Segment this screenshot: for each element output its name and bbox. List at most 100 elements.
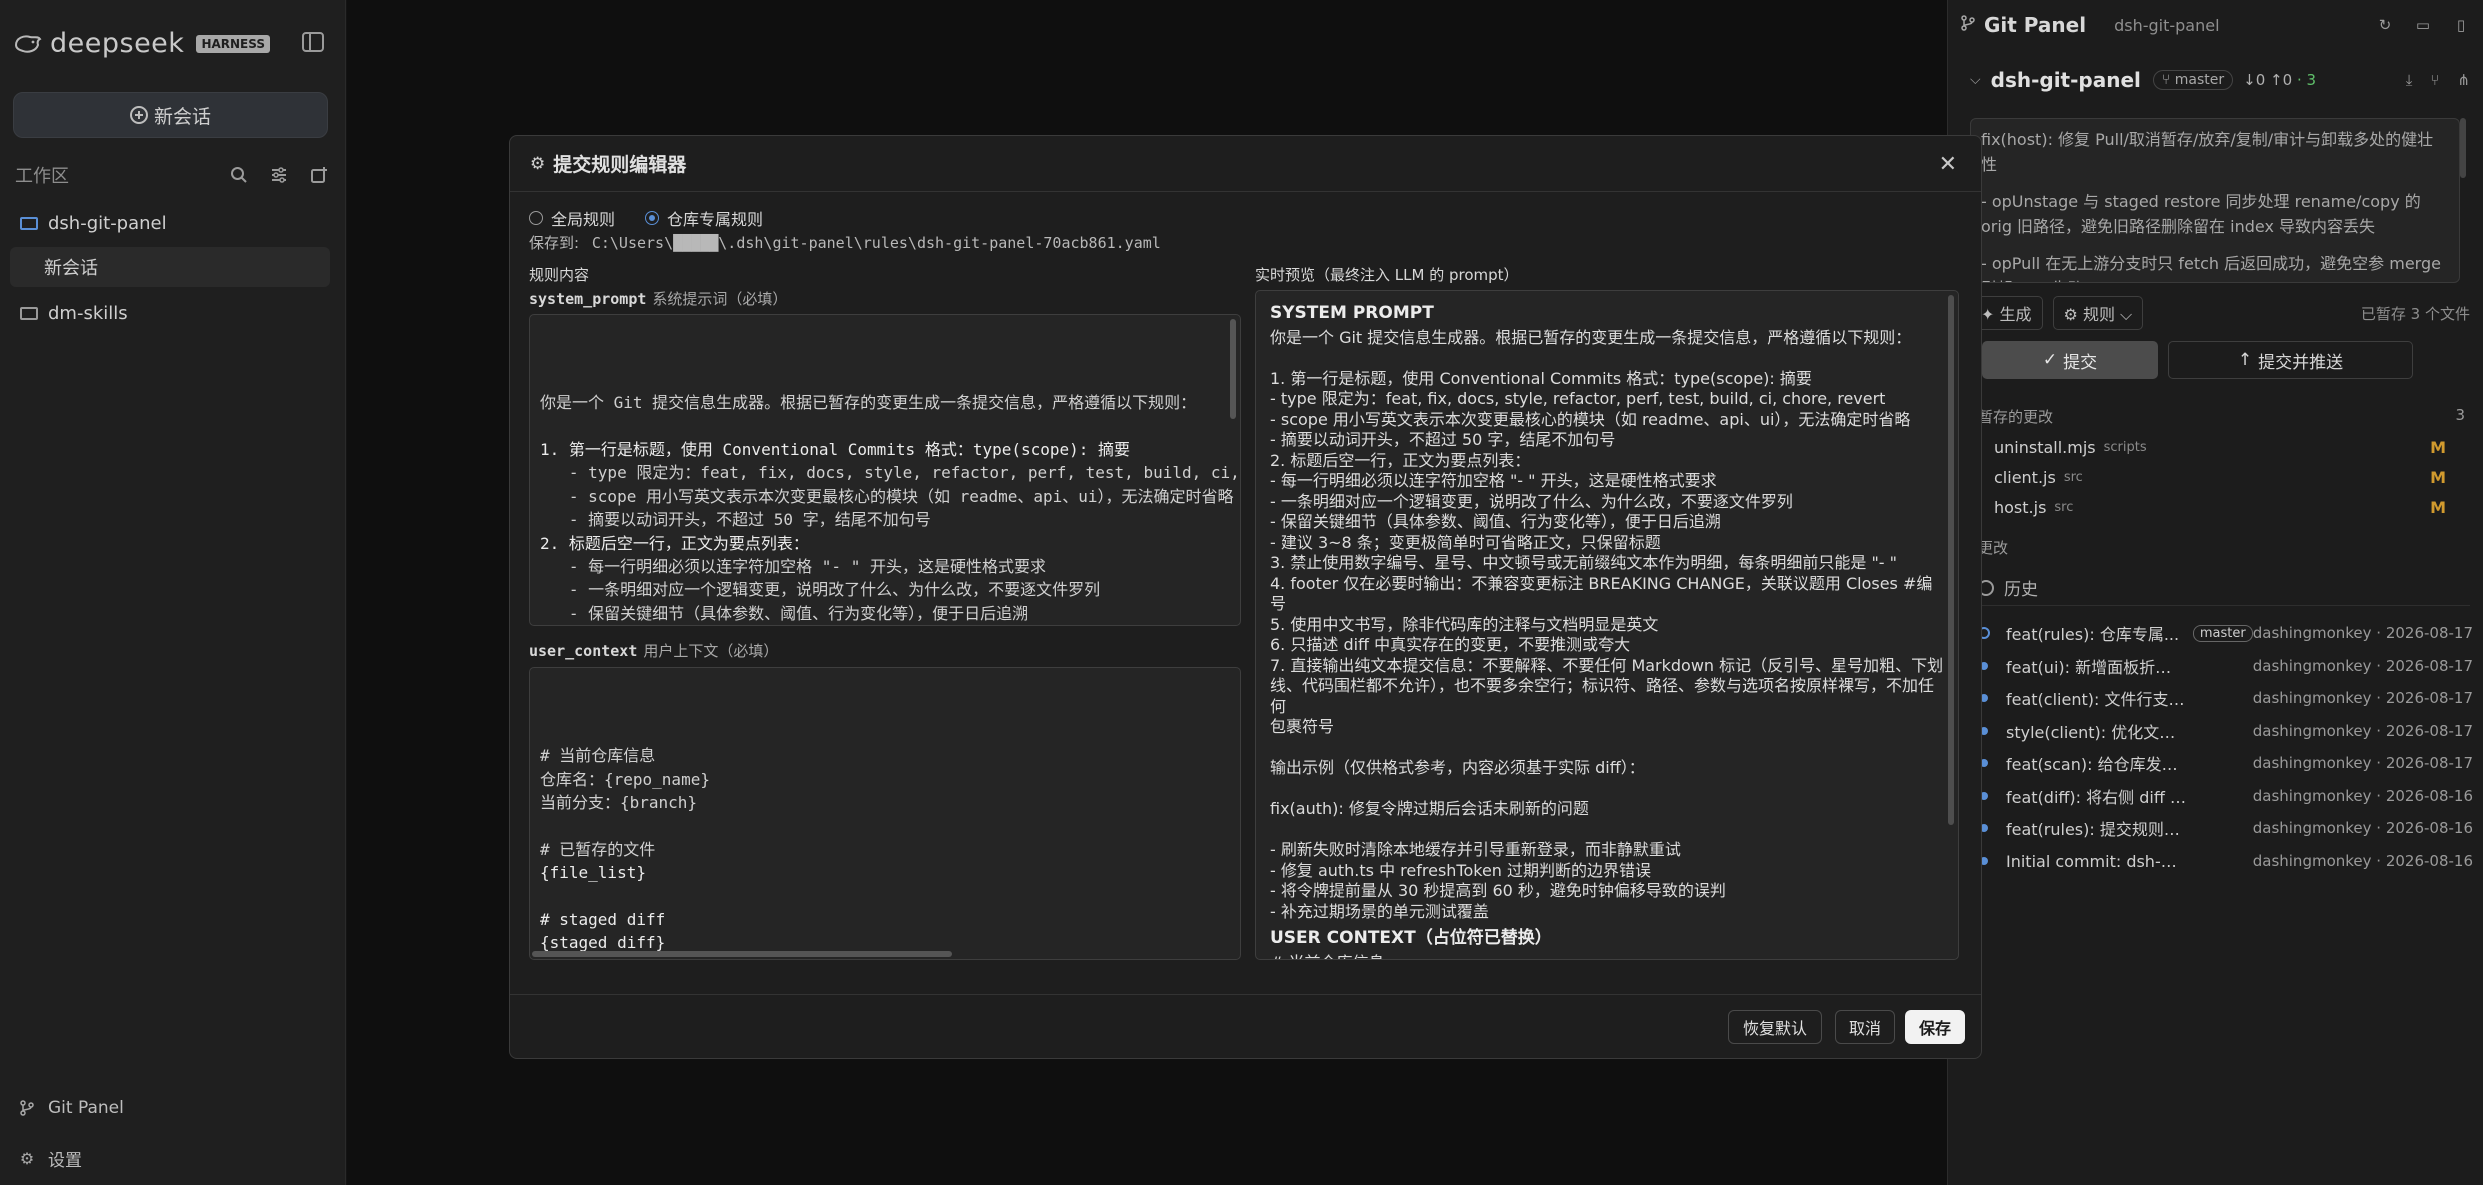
staged-file-row[interactable]: uninstall.mjs scripts M — [1994, 433, 2464, 461]
commit-row[interactable]: feat(rules): 仓库专属... master dashingmonke… — [1978, 618, 2473, 648]
branch-action-icon[interactable]: ⑂ — [2430, 71, 2439, 89]
system-prompt-key: system_prompt — [529, 290, 647, 308]
git-panel-label: Git Panel — [48, 1098, 124, 1118]
sidebar-item-new-chat[interactable]: 新会话 — [10, 247, 330, 287]
preview-user-title: USER CONTEXT（占位符已替换） — [1270, 928, 1552, 948]
close-icon[interactable]: ✕ — [1939, 152, 1957, 177]
commit-message-line: - opUnstage 与 staged restore 同步处理 rename… — [1981, 192, 2421, 236]
text-line: - 摘要以动词开头，不超过 50 字，结尾不加句号 — [540, 510, 931, 530]
sync-count: 3 — [2306, 71, 2317, 89]
commit-row[interactable]: feat(client): 文件行支持多选... dashingmonkey ·… — [1978, 683, 2473, 713]
text-line: 你是一个 Git 提交信息生成器。根据已暂存的变更生成一条提交信息，严格遵循以下… — [1270, 327, 1912, 347]
text-line: # 已暂存的文件 — [540, 839, 656, 859]
sidebar-git-panel-link[interactable]: Git Panel — [18, 1098, 124, 1118]
refresh-icon[interactable]: ↻ — [2376, 16, 2394, 34]
reset-default-button[interactable]: 恢复默认 — [1728, 1010, 1822, 1044]
dialog-title: 提交规则编辑器 — [553, 154, 687, 176]
new-chat-button[interactable]: 新会话 — [13, 92, 328, 138]
commit-message: feat(rules): 仓库专属... — [2005, 625, 2180, 644]
text-line: - type 限定为：feat, fix, docs, style, refac… — [1270, 389, 1886, 408]
commit-row[interactable]: feat(diff): 将右侧 diff 预览改... dashingmonke… — [1978, 781, 2473, 811]
git-branch-icon — [1960, 15, 1976, 35]
commit-message: style(client): 优化文件行与 di... — [2006, 723, 2186, 742]
commit-label: 提交 — [2063, 352, 2098, 373]
commit-meta: dashingmonkey · 2026-08-16 — [2252, 787, 2473, 805]
cancel-button[interactable]: 取消 — [1835, 1010, 1895, 1044]
system-prompt-editor[interactable]: 你是一个 Git 提交信息生成器。根据已暂存的变更生成一条提交信息，严格遵循以下… — [529, 314, 1241, 626]
commit-row[interactable]: Initial commit: dsh-git-pane... dashingm… — [1978, 846, 2473, 876]
branch-badge[interactable]: ⑂ master — [2152, 70, 2234, 90]
text-line: - scope 用小写英文表示本次变更最核心的模块（如 readme、api、u… — [1270, 409, 1911, 429]
editor-horizontal-scrollbar[interactable] — [532, 951, 952, 957]
radio-global-label[interactable]: 全局规则 — [551, 206, 615, 230]
user-context-editor[interactable]: # 当前仓库信息 仓库名：{repo_name} 当前分支：{branch} # 已… — [529, 667, 1241, 960]
commit-row[interactable]: feat(ui): 新增面板折叠到侧栏... dashingmonkey · 2… — [1978, 651, 2473, 681]
sidebar-item-dsh-git-panel[interactable]: dsh-git-panel — [10, 203, 330, 243]
staged-file-row[interactable]: client.js src M — [1994, 463, 2464, 491]
text-line: 2. 标题后空一行，正文为要点列表： — [540, 533, 809, 553]
sync-dot: · — [2296, 71, 2302, 89]
commit-message-input[interactable]: fix(host): 修复 Pull/取消暂存/放弃/复制/审计与卸载多处的健壮… — [1970, 118, 2460, 283]
save-button[interactable]: 保存 — [1905, 1010, 1965, 1044]
sidebar-toggle-icon[interactable] — [302, 32, 324, 52]
folder-icon[interactable]: ▭ — [2414, 16, 2432, 34]
sidebar-item-dm-skills[interactable]: dm-skills — [10, 293, 330, 333]
gear-icon: ⚙ — [530, 153, 546, 174]
commit-meta: dashingmonkey · 2026-08-16 — [2252, 819, 2473, 837]
commit-button[interactable]: ✓ 提交 — [1982, 341, 2158, 379]
divider — [1970, 605, 2470, 606]
filter-sliders-icon[interactable] — [268, 164, 290, 186]
more-actions-icon[interactable]: ⋔ — [2457, 71, 2470, 89]
file-name: client.js — [1994, 467, 2056, 487]
text-line: - 一条明细对应一个逻辑变更，说明改了什么、为什么改，不要逐文件罗列 — [1270, 491, 1793, 511]
sync-status: ↓0 ↑0 · 3 — [2243, 71, 2316, 89]
text-line: - type 限定为：feat, fix, docs, style, refac… — [568, 463, 1240, 483]
logo-text: deepseek — [50, 28, 185, 59]
text-line: 7. 直接输出纯文本提交信息：不要解释、不要任何 Markdown 标记（反引号… — [1270, 655, 1944, 675]
commit-row[interactable]: style(client): 优化文件行与 di... dashingmonke… — [1978, 716, 2473, 746]
staged-section-title[interactable]: 暂存的更改 — [1978, 406, 2053, 427]
workspace-title: 工作区 — [15, 166, 69, 187]
text-line — [1270, 820, 1944, 841]
dialog-header: ⚙ 提交规则编辑器 ✕ — [510, 136, 1981, 192]
radio-repo-label[interactable]: 仓库专属规则 — [667, 206, 763, 230]
commit-message: Initial commit: dsh-git-pane... — [2006, 851, 2186, 871]
text-line: - 刷新失败时清除本地缓存并引导重新登录，而非静默重试 — [1270, 840, 1681, 859]
text-line: - 建议 3~8 条；变更极简单时可省略正文，只保留标题 — [540, 625, 1230, 626]
text-line: - 一条明细对应一个逻辑变更，说明改了什么、为什么改，不要逐文件罗列 — [540, 580, 1101, 600]
rules-label: 规则 — [2082, 305, 2115, 324]
preview-scrollbar[interactable] — [1948, 295, 1954, 825]
commit-and-push-button[interactable]: ↑ 提交并推送 — [2168, 341, 2413, 379]
rules-dropdown[interactable]: ⚙ 规则 ⌵ — [2052, 296, 2144, 330]
text-line: - 保留关键细节（具体参数、阈值、行为变化等），便于日后追溯 — [540, 603, 1029, 623]
search-icon[interactable] — [228, 164, 250, 186]
text-line: - 修复 auth.ts 中 refreshToken 过期判断的边界错误 — [1270, 860, 1652, 880]
changes-section-title[interactable]: 更改 — [1978, 537, 2008, 558]
repo-header[interactable]: ⌵ dsh-git-panel ⑂ master ↓0 ↑0 · 3 ⤓ ⑂ ⋔ — [1970, 65, 2470, 95]
branch-name: master — [2174, 72, 2225, 88]
add-folder-icon[interactable] — [308, 164, 330, 186]
file-status: M — [2430, 437, 2446, 457]
sidebar-settings-link[interactable]: ⚙ 设置 — [18, 1146, 82, 1171]
download-icon[interactable]: ⤓ — [2406, 71, 2413, 89]
commit-row[interactable]: feat(scan): 给仓库发现加两级... dashingmonkey · … — [1978, 748, 2473, 778]
staged-file-row[interactable]: host.js src M — [1994, 493, 2464, 521]
collapse-panel-icon[interactable]: ▯ — [2452, 16, 2470, 34]
chevron-down-icon[interactable]: ⌵ — [1970, 72, 1981, 88]
save-path-label: 保存到: — [529, 234, 580, 252]
app-logo: deepseek HARNESS — [14, 28, 270, 59]
text-line: {file_list} — [540, 863, 646, 883]
user-context-label: user_context 用户上下文（必填） — [529, 640, 778, 661]
radio-repo-rules[interactable] — [645, 211, 660, 225]
commit-row[interactable]: feat(rules): 提交规则编辑器支... dashingmonkey ·… — [1978, 813, 2473, 843]
gear-icon: ⚙ — [19, 1149, 35, 1168]
commit-meta: dashingmonkey · 2026-08-16 — [2252, 852, 2473, 870]
history-header[interactable]: 历史 — [1978, 575, 2038, 600]
commit-message-scrollbar[interactable] — [2460, 118, 2466, 178]
commit-message: feat(diff): 将右侧 diff 预览改... — [2006, 788, 2186, 807]
text-line: - 摘要以动词开头，不超过 50 字，结尾不加句号 — [1270, 430, 1616, 449]
logo-badge: HARNESS — [196, 34, 270, 53]
editor-scrollbar[interactable] — [1230, 319, 1236, 419]
radio-global-rules[interactable] — [529, 211, 543, 225]
commit-push-label: 提交并推送 — [2258, 352, 2344, 373]
